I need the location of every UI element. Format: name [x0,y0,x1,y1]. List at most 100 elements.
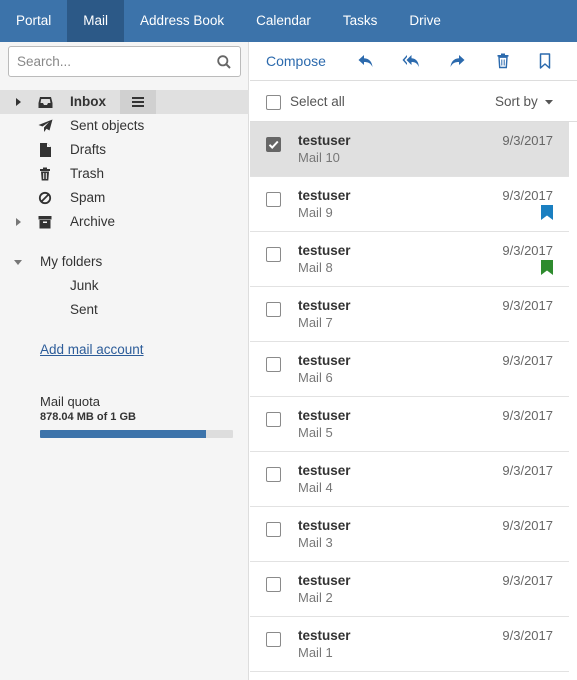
mail-checkbox[interactable] [266,577,281,592]
select-all-checkbox[interactable] [266,95,281,110]
mail-sender: testuser [298,298,351,313]
reply-all-icon[interactable] [402,52,420,70]
mail-row[interactable]: testuser Mail 6 9/3/2017 [250,342,569,397]
folder-spam[interactable]: Spam [0,186,249,210]
mail-subject: Mail 7 [298,315,333,330]
folder-inbox[interactable]: Inbox [0,90,249,114]
mail-subject: Mail 2 [298,590,333,605]
mail-checkbox[interactable] [266,302,281,317]
quota-bar-fill [40,430,206,438]
folder-trash[interactable]: Trash [0,162,249,186]
mail-row[interactable]: testuser Mail 5 9/3/2017 [250,397,569,452]
folder-label: Sent objects [70,118,145,133]
mail-sender: testuser [298,353,351,368]
select-all-label[interactable]: Select all [290,94,345,109]
add-mail-account-link[interactable]: Add mail account [40,342,144,357]
mail-row[interactable]: testuser Mail 2 9/3/2017 [250,562,569,617]
list-header: Select all Sort by [250,82,577,122]
mail-row[interactable]: testuser Mail 3 9/3/2017 [250,507,569,562]
nav-address-book[interactable]: Address Book [124,0,240,42]
nav-calendar[interactable]: Calendar [240,0,327,42]
mail-date: 9/3/2017 [502,408,553,423]
checkmark-icon [268,140,279,149]
paper-plane-icon [38,119,53,132]
mail-checkbox[interactable] [266,632,281,647]
mail-sender: testuser [298,573,351,588]
mail-checkbox[interactable] [266,467,281,482]
folder-label: Junk [70,278,99,293]
folder-drafts[interactable]: Drafts [0,138,249,162]
quota-label: Mail quota [40,394,100,409]
nav-drive[interactable]: Drive [393,0,457,42]
mail-date: 9/3/2017 [502,628,553,643]
folder-menu-button[interactable] [120,90,156,114]
mail-subject: Mail 9 [298,205,333,220]
mail-date: 9/3/2017 [502,573,553,588]
search-icon[interactable] [217,55,231,69]
mail-row[interactable]: testuser Mail 8 9/3/2017 [250,232,569,287]
quota-value: 878.04 MB of 1 GB [40,411,136,423]
folder-sent-objects[interactable]: Sent objects [0,114,249,138]
top-nav: Portal Mail Address Book Calendar Tasks … [0,0,577,42]
folder-sent[interactable]: Sent [0,298,249,322]
caret-down-icon[interactable] [12,250,24,274]
bookmark-icon[interactable] [536,52,554,70]
mail-checkbox[interactable] [266,522,281,537]
mail-sender: testuser [298,133,351,148]
folder-label: Spam [70,190,106,205]
mail-date: 9/3/2017 [502,518,553,533]
caret-down-icon [544,100,553,105]
green-flag-icon [541,260,553,275]
caret-right-icon[interactable] [12,210,24,234]
reply-icon[interactable] [357,52,375,70]
mail-subject: Mail 6 [298,370,333,385]
mail-checkbox[interactable] [266,357,281,372]
blue-flag-icon [541,205,553,220]
nav-tasks[interactable]: Tasks [327,0,394,42]
inbox-icon [38,97,53,108]
caret-right-icon[interactable] [12,90,24,114]
trash-icon [40,167,50,181]
mail-subject: Mail 1 [298,645,333,660]
mail-date: 9/3/2017 [502,133,553,148]
search-input[interactable] [9,47,209,76]
folder-junk[interactable]: Junk [0,274,249,298]
mail-subject: Mail 10 [298,150,340,165]
hamburger-icon [132,97,144,107]
archive-icon [38,216,52,229]
folder-label: Sent [70,302,98,317]
mail-row[interactable]: testuser Mail 9 9/3/2017 [250,177,569,232]
mail-subject: Mail 3 [298,535,333,550]
mail-date: 9/3/2017 [502,463,553,478]
mail-date: 9/3/2017 [502,353,553,368]
mail-checkbox[interactable] [266,247,281,262]
compose-button[interactable]: Compose [266,53,326,69]
sidebar: Inbox Sent objects Drafts [0,42,249,680]
sort-by-dropdown[interactable]: Sort by [495,94,554,109]
mail-checkbox[interactable] [266,137,281,152]
delete-icon[interactable] [494,52,512,70]
mail-row[interactable]: testuser Mail 1 9/3/2017 [250,617,569,672]
mail-date: 9/3/2017 [502,298,553,313]
folder-label: Inbox [70,94,106,109]
mail-checkbox[interactable] [266,192,281,207]
nav-portal[interactable]: Portal [0,0,67,42]
mail-sender: testuser [298,463,351,478]
folder-label: Trash [70,166,105,181]
forward-icon[interactable] [448,52,466,70]
nav-mail[interactable]: Mail [67,0,125,42]
folder-archive[interactable]: Archive [0,210,249,234]
quota-bar [40,430,233,438]
mail-subject: Mail 5 [298,425,333,440]
document-icon [40,143,51,157]
mail-row[interactable]: testuser Mail 10 9/3/2017 [250,122,569,177]
mail-row[interactable]: testuser Mail 4 9/3/2017 [250,452,569,507]
mail-toolbar: Compose [250,42,577,81]
mail-subject: Mail 4 [298,480,333,495]
mail-row[interactable]: testuser Mail 7 9/3/2017 [250,287,569,342]
mail-subject: Mail 8 [298,260,333,275]
search-box [8,46,241,77]
mail-sender: testuser [298,628,351,643]
mail-checkbox[interactable] [266,412,281,427]
my-folders-header[interactable]: My folders [0,250,249,274]
